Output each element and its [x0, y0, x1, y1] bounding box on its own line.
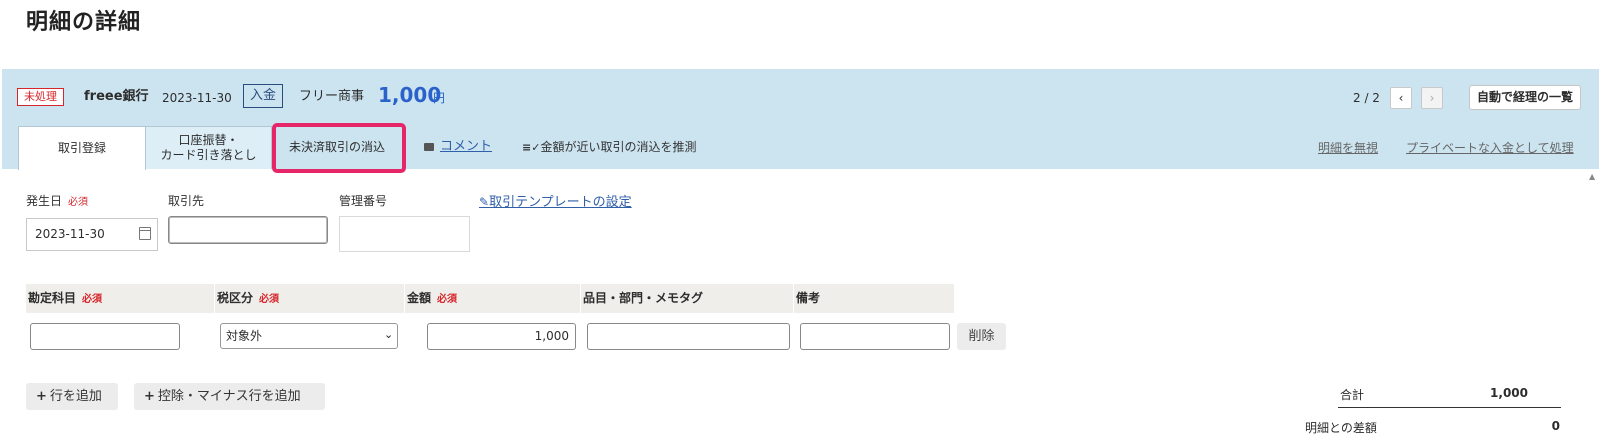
highlight-box [272, 123, 406, 173]
scroll-up-arrow[interactable]: ▲ [1589, 172, 1595, 181]
management-number-label: 管理番号 [339, 194, 388, 208]
header-tags: 品目・部門・メモタグ [581, 284, 793, 313]
edit-icon: ✎ [479, 195, 490, 209]
tab-transfer-card[interactable]: 口座振替・ カード引き落とし [145, 126, 272, 169]
total-value: 1,000 [1490, 386, 1528, 400]
transaction-date: 2023-11-30 [162, 91, 232, 105]
difference-label: 明細との差額 [1305, 421, 1377, 435]
bank-name: freee銀行 [84, 89, 149, 104]
transaction-amount: 1,000 [378, 83, 442, 107]
plus-icon: + [36, 389, 47, 404]
difference-value: 0 [1551, 419, 1560, 433]
chevron-down-icon: ⌄ [384, 328, 394, 341]
header-account: 勘定科目 必須 [26, 284, 214, 313]
page-title: 明細の詳細 [26, 10, 142, 35]
tax-select[interactable]: 対象外 [220, 323, 398, 349]
header-tax: 税区分 必須 [215, 284, 404, 313]
comment-icon [424, 142, 434, 151]
partner-name: フリー商事 [299, 89, 365, 104]
add-row-button[interactable]: + 行を追加 [26, 383, 118, 410]
next-button[interactable]: › [1421, 87, 1443, 109]
chevron-right-icon: › [1429, 91, 1435, 105]
plus-icon: + [144, 389, 155, 404]
partner-field[interactable] [168, 216, 328, 244]
header-amount: 金額 必須 [405, 284, 580, 313]
prev-button[interactable]: ‹ [1390, 87, 1412, 109]
template-settings-link[interactable]: ✎取引テンプレートの設定 [479, 193, 632, 212]
status-badge: 未処理 [17, 88, 64, 106]
account-field[interactable] [30, 323, 180, 350]
total-label: 合計 [1340, 388, 1365, 402]
tab-label: 取引登録 [57, 141, 106, 155]
total-divider [1338, 407, 1561, 408]
tags-field[interactable] [587, 323, 790, 350]
chevron-left-icon: ‹ [1398, 91, 1404, 105]
ignore-statement-link[interactable]: 明細を無視 [1318, 139, 1378, 156]
guess-settlement-link[interactable]: ≡✓金額が近い取引の消込を推測 [522, 138, 696, 157]
tab-label: 口座振替・ カード引き落とし [160, 133, 257, 162]
add-minus-row-button[interactable]: + 控除・マイナス行を追加 [134, 383, 325, 410]
management-number-field[interactable] [339, 216, 470, 252]
memo-field[interactable] [800, 323, 950, 350]
calendar-icon[interactable] [139, 227, 151, 240]
sort-list-icon: ≡✓ [522, 141, 541, 154]
header-memo: 備考 [794, 284, 954, 313]
direction-badge: 入金 [243, 84, 284, 108]
date-label: 発生日 必須 [26, 194, 89, 208]
partner-label: 取引先 [168, 194, 205, 208]
pager-position: 2 / 2 [1353, 91, 1380, 105]
currency-unit: 円 [433, 91, 446, 105]
auto-bookkeeping-list-button[interactable]: 自動で経理の一覧 [1469, 85, 1581, 110]
private-deposit-link[interactable]: プライベートな入金として処理 [1406, 139, 1574, 156]
comment-link[interactable]: コメント [424, 138, 492, 156]
delete-row-button[interactable]: 削除 [957, 323, 1006, 350]
amount-field[interactable]: 1,000 [427, 323, 576, 350]
tab-register-transaction[interactable]: 取引登録 [18, 126, 146, 170]
